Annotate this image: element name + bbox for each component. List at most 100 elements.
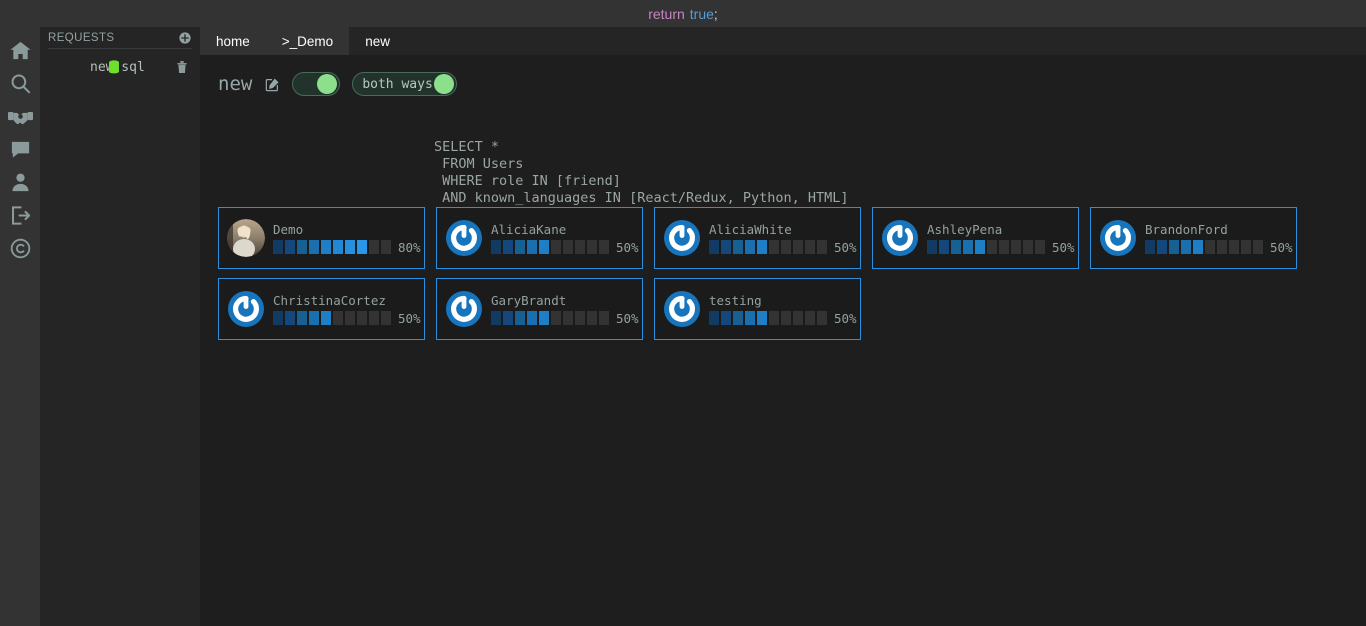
title-keyword: return — [648, 5, 685, 22]
document-header: new both ways — [218, 72, 1366, 96]
result-card[interactable]: ChristinaCortez 50% — [218, 278, 425, 340]
progress-segment — [745, 311, 755, 325]
toggle-direction-label: both ways — [362, 76, 433, 92]
progress-segment — [321, 311, 331, 325]
result-card-meter-row: 80% — [273, 240, 421, 255]
progress-percent-label: 50% — [616, 239, 639, 255]
avatar — [227, 219, 265, 257]
toggle-direction[interactable]: both ways — [352, 72, 457, 96]
copyright-icon — [9, 237, 32, 260]
edit-square-icon[interactable] — [265, 77, 280, 92]
rail-item-home[interactable] — [0, 34, 40, 66]
progress-segment — [999, 240, 1009, 254]
progress-segment — [987, 240, 997, 254]
result-card-meter-row: 50% — [491, 311, 639, 326]
progress-percent-label: 50% — [1052, 239, 1075, 255]
progress-segment — [575, 240, 585, 254]
toggle-knob — [433, 74, 454, 94]
progress-segment — [1205, 240, 1215, 254]
tab-home[interactable]: home — [200, 27, 266, 55]
progress-segment — [551, 311, 561, 325]
window-title-bar: return true ; — [0, 0, 1366, 27]
sql-line-2: FROM Users — [434, 156, 524, 172]
rail-item-logout[interactable] — [0, 199, 40, 231]
progress-segment — [1145, 240, 1155, 254]
progress-segment — [297, 240, 307, 254]
result-card[interactable]: testing 50% — [654, 278, 861, 340]
progress-segment — [757, 240, 767, 254]
progress-segment — [745, 240, 755, 254]
progress-segment — [805, 311, 815, 325]
tab-demo[interactable]: >_Demo — [265, 27, 350, 55]
progress-segment — [1193, 240, 1203, 254]
progress-segment — [963, 240, 973, 254]
result-card-body: ChristinaCortez 50% — [273, 293, 421, 326]
progress-percent-label: 50% — [616, 310, 639, 326]
result-card-meter-row: 50% — [273, 311, 421, 326]
progress-segment — [817, 240, 827, 254]
progress-segment — [333, 240, 343, 254]
result-card[interactable]: AliciaKane 50% — [436, 207, 643, 269]
result-card[interactable]: AliciaWhite 50% — [654, 207, 861, 269]
trash-icon[interactable] — [176, 60, 188, 74]
sql-line-3: WHERE role IN [friend] — [434, 173, 621, 189]
progress-segment — [285, 311, 295, 325]
progress-segment — [1253, 240, 1263, 254]
home-icon — [9, 39, 32, 62]
progress-segment — [563, 240, 573, 254]
progress-segment — [369, 311, 379, 325]
result-card[interactable]: BrandonFord 50% — [1090, 207, 1297, 269]
result-card[interactable]: GaryBrandt 50% — [436, 278, 643, 340]
result-card-body: AliciaWhite 50% — [709, 221, 857, 255]
progress-segment — [1229, 240, 1239, 254]
progress-segment — [539, 240, 549, 254]
rail-item-partners[interactable] — [0, 100, 40, 132]
rail-item-profile[interactable] — [0, 166, 40, 198]
tab-strip: home >_Demo new — [200, 27, 1366, 55]
progress-segment — [599, 240, 609, 254]
progress-segment — [721, 240, 731, 254]
progress-segment — [491, 240, 501, 254]
progress-segment — [587, 240, 597, 254]
sql-query-text: SELECT * FROM Users WHERE role IN [frien… — [434, 139, 849, 207]
tab-new[interactable]: new — [349, 27, 406, 55]
result-card-name: AliciaWhite — [709, 221, 792, 237]
progress-segment — [1217, 240, 1227, 254]
toggle-primary[interactable] — [292, 72, 341, 96]
rail-item-messages[interactable] — [0, 133, 40, 165]
result-card-meter-row: 50% — [927, 240, 1075, 255]
result-card-name: Demo — [273, 221, 304, 237]
result-card-name: testing — [709, 292, 762, 308]
progress-segment — [1035, 240, 1045, 254]
logout-icon — [9, 204, 32, 227]
result-card[interactable]: AshleyPena 50% — [872, 207, 1079, 269]
progress-segment — [503, 311, 513, 325]
result-card-meter-row: 50% — [709, 311, 857, 326]
progress-segment — [781, 311, 791, 325]
progress-segment — [939, 240, 949, 254]
list-item[interactable]: new.sql — [40, 56, 200, 78]
requests-title: REQUESTS — [48, 31, 115, 44]
progress-meter — [491, 311, 609, 325]
progress-segment — [491, 311, 501, 325]
progress-percent-label: 50% — [398, 310, 421, 326]
progress-segment — [381, 240, 391, 254]
progress-percent-label: 50% — [834, 310, 857, 326]
progress-percent-label: 50% — [834, 239, 857, 255]
handshake-icon — [7, 105, 33, 128]
rail-item-search[interactable] — [0, 67, 40, 99]
progress-segment — [1023, 240, 1033, 254]
result-card-name: AshleyPena — [927, 221, 1003, 237]
progress-segment — [1169, 240, 1179, 254]
result-card-body: Demo 80% — [273, 221, 421, 255]
rail-item-copyright[interactable] — [0, 232, 40, 264]
progress-meter — [709, 311, 827, 325]
progress-segment — [599, 311, 609, 325]
requests-panel: REQUESTS new.sql — [40, 27, 200, 626]
icon-rail — [0, 27, 40, 626]
progress-segment — [273, 311, 283, 325]
progress-segment — [757, 311, 767, 325]
plus-circle-icon[interactable] — [178, 31, 192, 45]
result-card[interactable]: Demo 80% — [218, 207, 425, 269]
progress-segment — [733, 311, 743, 325]
